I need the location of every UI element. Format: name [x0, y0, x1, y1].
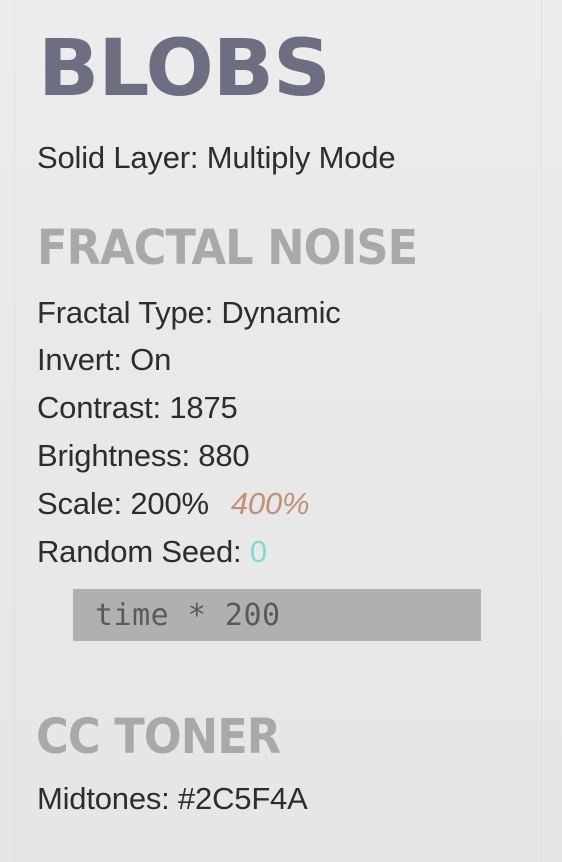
property-invert: Invert: On — [37, 342, 172, 377]
layer-subtitle: Solid Layer: Multiply Mode — [37, 140, 396, 175]
property-scale: Scale: 200% 400% — [37, 486, 310, 521]
panel-right-edge — [541, 0, 542, 862]
scale-label: Scale: 200% — [37, 486, 209, 521]
panel-left-edge — [14, 0, 15, 862]
property-fractal-type: Fractal Type: Dynamic — [37, 295, 341, 330]
section-title-cc-toner: CC TONER — [36, 709, 281, 765]
expression-text: time * 200 — [95, 597, 281, 633]
expression-field[interactable]: time * 200 — [73, 589, 481, 641]
scale-alt-value: 400% — [230, 486, 310, 521]
property-brightness: Brightness: 880 — [37, 438, 250, 473]
effects-notes-panel: BLOBS Solid Layer: Multiply Mode FRACTAL… — [0, 0, 562, 862]
property-contrast: Contrast: 1875 — [37, 390, 238, 425]
property-midtones: Midtones: #2C5F4A — [37, 781, 308, 816]
layer-title: BLOBS — [38, 24, 331, 114]
random-seed-label: Random Seed: — [37, 534, 250, 569]
section-title-fractal-noise: FRACTAL NOISE — [37, 220, 418, 276]
property-random-seed: Random Seed: 0 — [37, 536, 267, 567]
random-seed-value: 0 — [249, 534, 267, 569]
